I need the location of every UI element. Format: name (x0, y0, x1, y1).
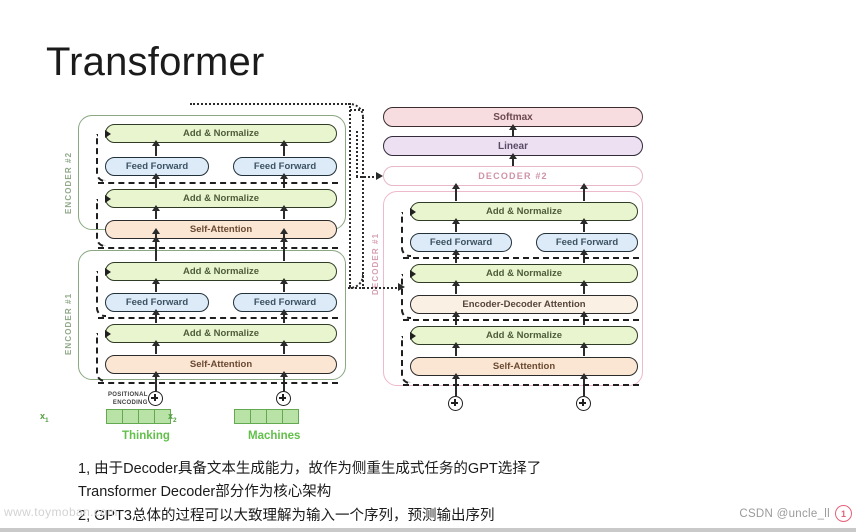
arrow-right-icon (376, 171, 383, 180)
encoder2-add-normalize-bottom[interactable]: Add & Normalize (105, 189, 337, 208)
residual-wire (96, 199, 106, 247)
pe-line-2: ENCODING (112, 399, 148, 406)
watermark-left: www.toymoban.com (4, 505, 118, 519)
encoder-decoder-connector (349, 103, 351, 287)
vector-cell (250, 409, 267, 424)
positional-encoding-plus-icon-2 (276, 391, 291, 406)
encoder1-add-normalize-top[interactable]: Add & Normalize (105, 262, 337, 281)
residual-wire (403, 257, 639, 259)
arrow-right-icon (105, 129, 111, 138)
caption-line-2: Transformer Decoder部分作为核心架构 (78, 484, 332, 501)
residual-wire (98, 247, 338, 249)
transformer-architecture-diagram: ENCODER #2 Add & Normalize Feed Forward … (0, 95, 700, 450)
slide-canvas: Transformer ENCODER #2 Add & Normalize F… (0, 0, 856, 532)
arrow-up-icon (451, 280, 460, 294)
slide-caption: 1, 由于Decoder具备文本生成能力，故作为侧重生成式任务的GPT选择了 T… (78, 458, 688, 528)
encoder-1-label: ENCODER #1 (64, 292, 73, 355)
page-title: Transformer (46, 40, 265, 84)
decoder1-feed-forward-left[interactable]: Feed Forward (410, 233, 512, 252)
vector-cell (282, 409, 299, 424)
arrow-up-icon (579, 373, 588, 396)
arrow-up-icon (151, 228, 160, 261)
arrow-up-icon (151, 140, 160, 156)
decoder1-add-normalize-middle[interactable]: Add & Normalize (410, 264, 638, 283)
decoder1-add-normalize-bottom[interactable]: Add & Normalize (410, 326, 638, 345)
vector-cell (234, 409, 251, 424)
arrow-right-icon (410, 269, 416, 278)
positional-encoding-label: POSITIONAL ENCODING (108, 392, 148, 407)
arrow-up-icon (279, 228, 288, 261)
residual-wire (98, 317, 338, 319)
embedding-label-x2: x2 (168, 411, 177, 424)
watermark-badge-icon: 1 (835, 505, 852, 522)
decoder-positional-plus-icon-1 (448, 396, 463, 411)
arrow-up-icon (451, 342, 460, 356)
residual-wire (98, 382, 338, 384)
decoder1-encoder-decoder-attention[interactable]: Encoder-Decoder Attention (410, 295, 638, 314)
residual-wire (403, 319, 639, 321)
decoder-positional-plus-icon-2 (576, 396, 591, 411)
encoder1-self-attention[interactable]: Self-Attention (105, 355, 337, 374)
arrow-right-icon (105, 194, 111, 203)
arrow-right-icon (105, 329, 111, 338)
residual-wire (401, 274, 411, 319)
arrow-up-icon (579, 280, 588, 294)
decoder2-input-connector (356, 131, 358, 177)
caption-line-1: 1, 由于Decoder具备文本生成能力，故作为侧重生成式任务的GPT选择了 (78, 461, 542, 477)
watermark-csdn: CSDN @uncle_ll (739, 508, 830, 520)
decoder1-self-attention[interactable]: Self-Attention (410, 357, 638, 376)
embedding-vector-x2 (234, 409, 299, 424)
encoder-decoder-connector (190, 103, 350, 105)
decoder-2-group[interactable]: DECODER #2 (383, 166, 643, 186)
bottom-bar (0, 528, 856, 532)
vector-cell (106, 409, 123, 424)
encoder-decoder-connector (350, 109, 364, 111)
arrow-up-icon (451, 183, 460, 201)
residual-wire (401, 212, 411, 257)
arrow-up-icon (279, 340, 288, 354)
residual-wire (401, 336, 411, 384)
arrow-right-icon (105, 267, 111, 276)
embedding-label-x1: x1 (40, 411, 49, 424)
vector-cell (138, 409, 155, 424)
decoder-1-label: DECODER #1 (371, 232, 380, 295)
encoder-decoder-connector (362, 117, 364, 289)
encoder-decoder-connector (348, 287, 400, 289)
arrow-up-icon (579, 342, 588, 356)
decoder2-input-connector (356, 176, 378, 178)
caption-line-3: 2, GPT3总体的过程可以大致理解为输入一个序列，预测输出序列 (78, 507, 495, 524)
arrow-right-icon (410, 207, 416, 216)
residual-wire (96, 271, 106, 317)
embedding-vector-x1 (106, 409, 171, 424)
positional-encoding-plus-icon-1 (148, 391, 163, 406)
residual-wire (96, 333, 106, 382)
arrow-up-icon (151, 278, 160, 292)
input-word-2: Machines (248, 430, 301, 442)
decoder1-add-normalize-top[interactable]: Add & Normalize (410, 202, 638, 221)
encoder2-add-normalize-top[interactable]: Add & Normalize (105, 124, 337, 143)
arrow-up-icon (579, 183, 588, 201)
arrow-up-icon (279, 278, 288, 292)
arrow-up-icon (279, 205, 288, 219)
encoder-2-label: ENCODER #2 (64, 151, 73, 214)
x2-subscript: 2 (173, 416, 177, 424)
pe-line-1: POSITIONAL (108, 392, 148, 398)
arrow-right-icon (398, 282, 405, 291)
arrow-up-icon (151, 340, 160, 354)
x1-subscript: 1 (45, 416, 49, 424)
arrow-up-icon (279, 140, 288, 156)
residual-wire (98, 182, 338, 184)
arrow-right-icon (410, 331, 416, 340)
encoder2-self-attention[interactable]: Self-Attention (105, 220, 337, 239)
arrow-up-icon (579, 218, 588, 232)
residual-wire (403, 384, 639, 386)
input-word-1: Thinking (122, 430, 170, 442)
encoder1-add-normalize-bottom[interactable]: Add & Normalize (105, 324, 337, 343)
vector-cell (122, 409, 139, 424)
arrow-up-icon (451, 373, 460, 396)
residual-wire (96, 134, 106, 182)
vector-cell (266, 409, 283, 424)
arrow-up-icon (151, 205, 160, 219)
arrow-up-icon (451, 218, 460, 232)
